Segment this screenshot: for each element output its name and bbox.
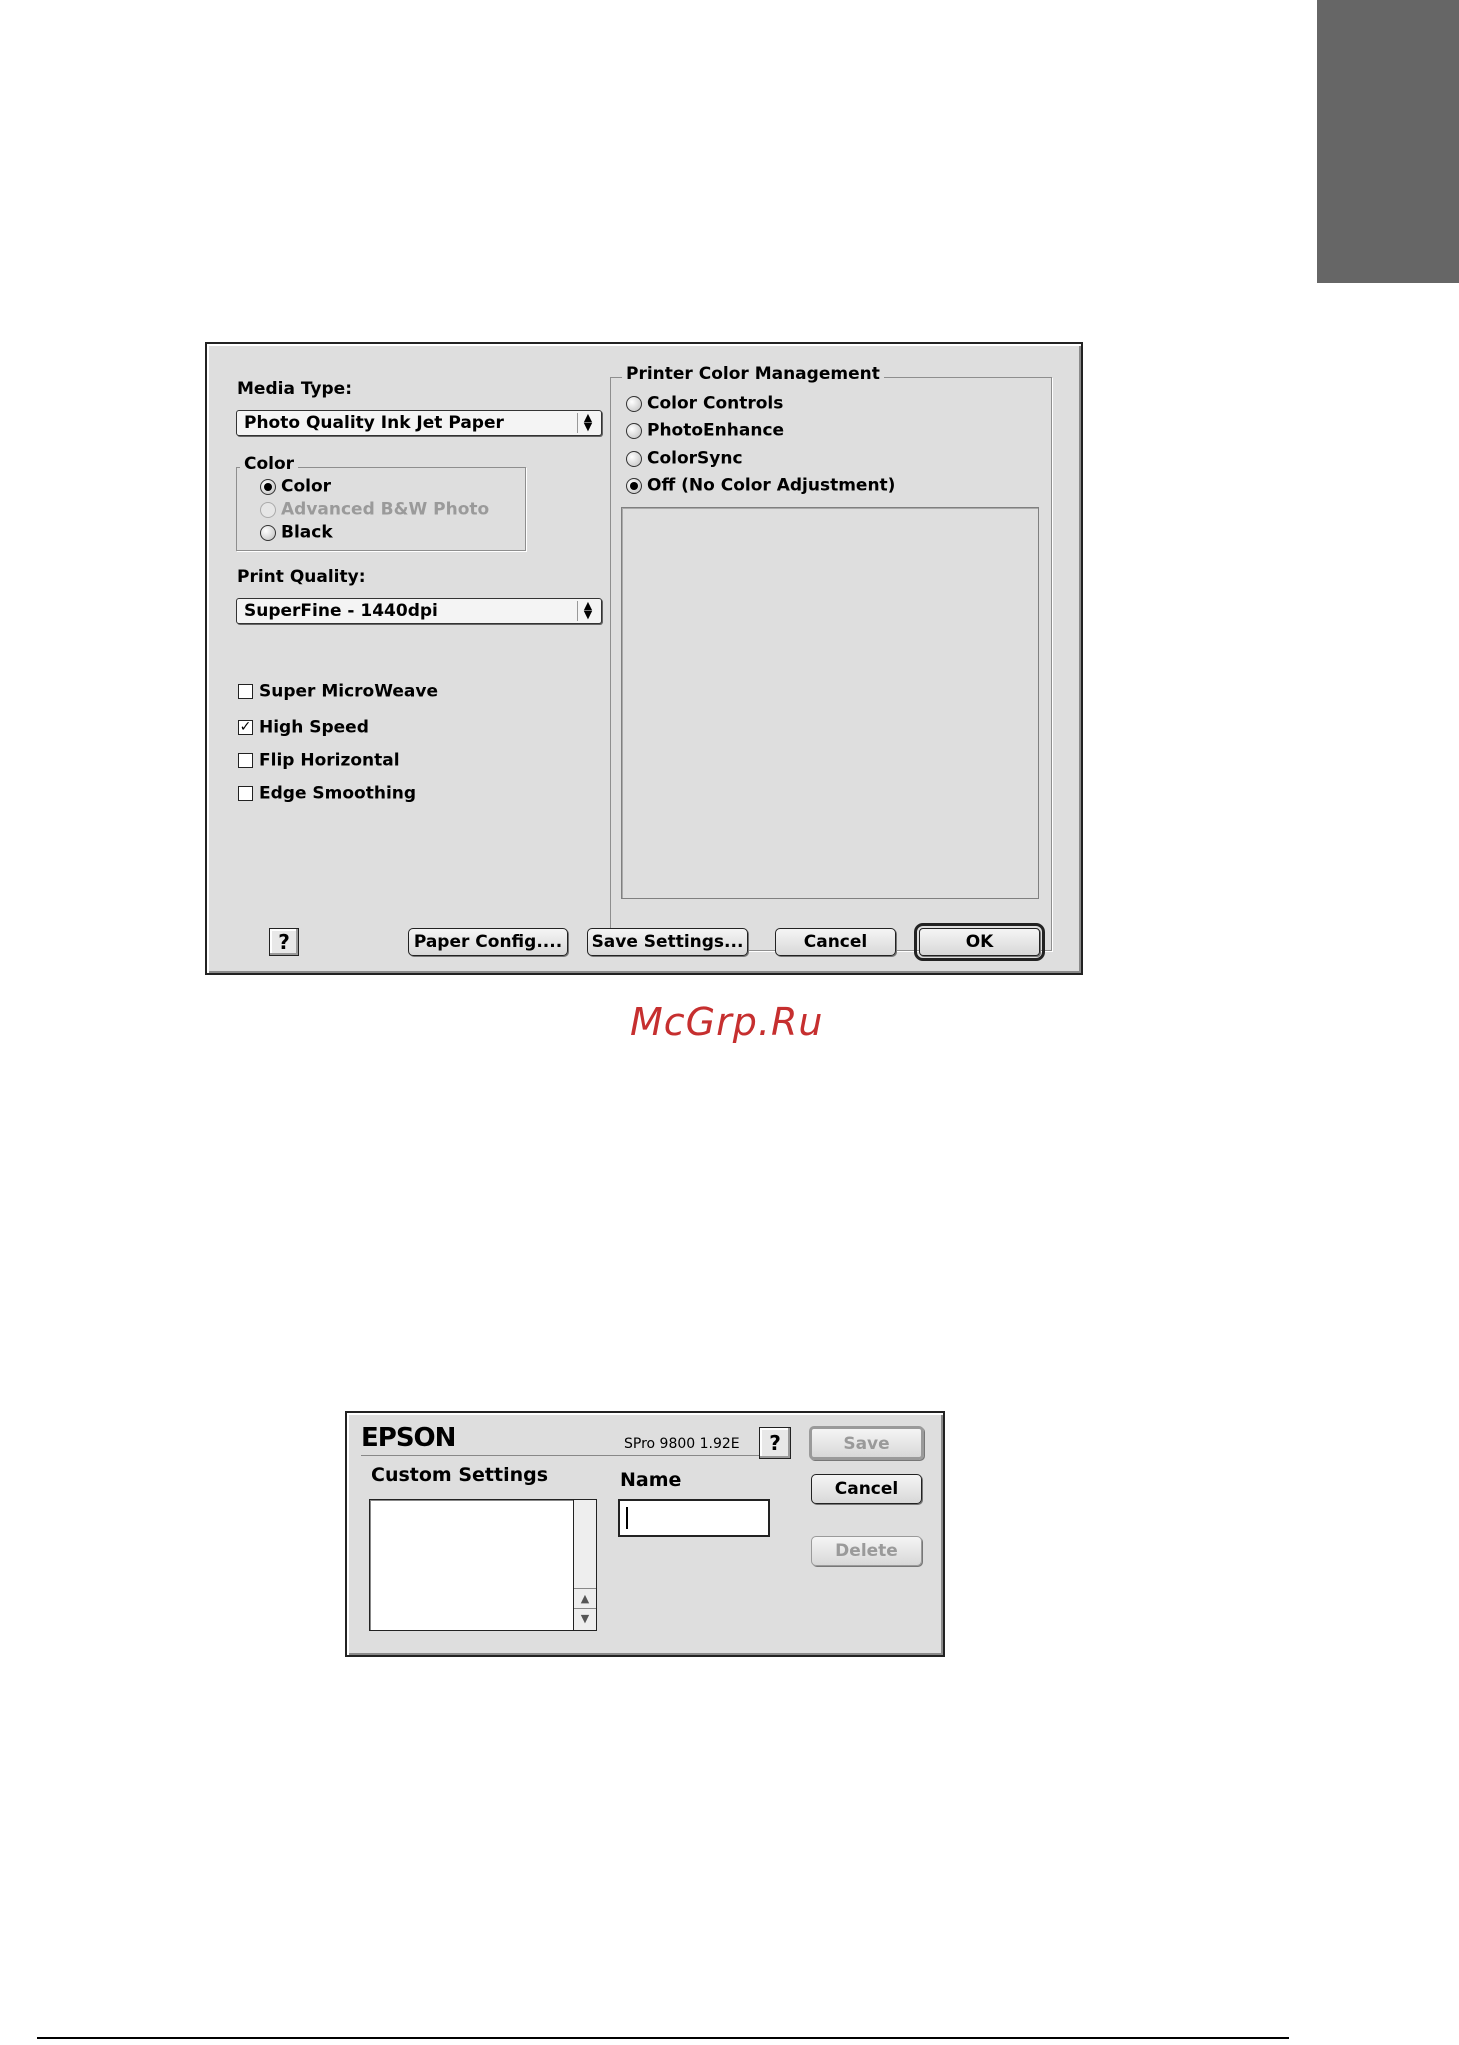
checkbox-super-microweave[interactable]: Super MicroWeave [238,681,438,703]
version-label: SPro 9800 1.92E [624,1436,740,1452]
help-button[interactable]: ? [269,928,299,956]
checkbox-high-speed[interactable]: ✓ High Speed [238,717,369,739]
color-options-panel [621,507,1039,899]
save-settings-button[interactable]: Save Settings... [587,928,748,956]
color-group-title: Color [240,454,299,474]
print-quality-value: SuperFine - 1440dpi [244,601,438,621]
radio-disabled-icon [260,501,276,518]
checkbox-flip-horizontal-label: Flip Horizontal [259,750,400,771]
radio-black-label: Black [281,522,333,543]
name-input[interactable] [618,1499,770,1537]
name-label: Name [620,1469,682,1491]
checkbox-super-microweave-label: Super MicroWeave [259,681,438,702]
checkbox-high-speed-label: High Speed [259,717,369,738]
chapter-tab [1317,0,1459,283]
media-type-select[interactable]: Photo Quality Ink Jet Paper ▲ ▼ [236,410,602,436]
radio-photoenhance[interactable]: PhotoEnhance [626,420,784,442]
scroll-up-arrow-icon[interactable]: ▲ [574,1588,596,1609]
custom-settings-label: Custom Settings [371,1464,549,1486]
checkbox-flip-horizontal[interactable]: Flip Horizontal [238,750,400,772]
radio-color-controls[interactable]: Color Controls [626,393,783,415]
help-button[interactable]: ? [759,1427,791,1459]
custom-settings-dialog: EPSON SPro 9800 1.92E ? Custom Settings … [345,1411,945,1657]
radio-selected-icon [626,477,642,494]
radio-icon [626,422,642,439]
checkbox-icon [238,786,253,801]
radio-icon [260,524,276,541]
media-type-value: Photo Quality Ink Jet Paper [244,413,504,433]
radio-colorsync-label: ColorSync [647,448,743,469]
checkmark-icon: ✓ [238,719,253,735]
updown-arrows-icon: ▲ ▼ [577,600,598,621]
radio-selected-icon [260,478,276,495]
updown-arrows-icon: ▲ ▼ [577,412,598,433]
ok-button[interactable]: OK [914,923,1045,961]
cancel-button[interactable]: Cancel [811,1474,922,1504]
radio-color[interactable]: Color [260,476,331,498]
radio-colorsync[interactable]: ColorSync [626,448,743,470]
delete-button[interactable]: Delete [811,1536,922,1566]
scroll-down-arrow-icon[interactable]: ▼ [574,1608,596,1629]
header-divider [361,1455,766,1456]
radio-photoenhance-label: PhotoEnhance [647,420,785,441]
footer-rule [37,2037,1289,2039]
checkbox-icon [238,684,253,699]
print-quality-label: Print Quality: [237,567,366,587]
print-settings-dialog: Media Type: Photo Quality Ink Jet Paper … [205,342,1083,975]
checkbox-icon [238,753,253,768]
print-quality-select[interactable]: SuperFine - 1440dpi ▲ ▼ [236,598,602,624]
radio-advanced-bw-photo: Advanced B&W Photo [260,499,489,521]
cancel-button[interactable]: Cancel [775,928,896,956]
radio-icon [626,395,642,412]
radio-off-no-color-adjustment[interactable]: Off (No Color Adjustment) [626,475,895,497]
paper-config-button[interactable]: Paper Config.... [408,928,568,956]
radio-color-controls-label: Color Controls [647,393,784,414]
checkbox-edge-smoothing[interactable]: Edge Smoothing [238,783,416,805]
save-button[interactable]: Save [809,1426,924,1460]
radio-advanced-bw-photo-label: Advanced B&W Photo [281,499,490,520]
list-scrollbar[interactable]: ▲ ▼ [573,1500,596,1630]
radio-off-label: Off (No Color Adjustment) [647,475,896,496]
radio-color-label: Color [281,476,332,497]
epson-logo: EPSON [361,1423,456,1453]
radio-icon [626,450,642,467]
radio-black[interactable]: Black [260,522,333,544]
media-type-label: Media Type: [237,379,352,399]
custom-settings-list[interactable]: ▲ ▼ [369,1499,597,1631]
text-cursor [626,1507,628,1529]
checkbox-edge-smoothing-label: Edge Smoothing [259,783,417,804]
color-management-title: Printer Color Management [622,364,884,384]
watermark-text: McGrp.Ru [630,1000,824,1044]
